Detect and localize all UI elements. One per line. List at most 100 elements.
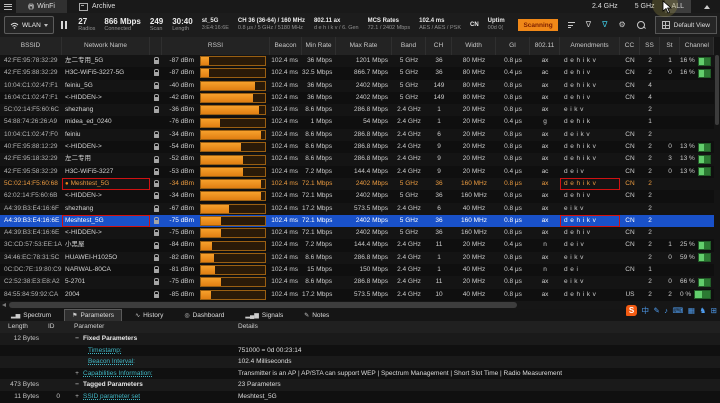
header-Width[interactable]: Width — [452, 37, 496, 55]
header-Max Rate[interactable]: Max Rate — [336, 37, 392, 55]
horizontal-scrollbar-thumb[interactable] — [9, 302, 517, 308]
network-row[interactable]: 84:55:84:59:92:CA2004-85 dBm102.4 ms17.2… — [0, 289, 714, 301]
pause-scan-icon[interactable] — [61, 21, 67, 29]
pencil-icon: ✎ — [304, 313, 309, 319]
rssi-bar-cell — [198, 80, 270, 92]
horizontal-scrollbar[interactable] — [0, 301, 720, 309]
amendments-cell: d e i v — [560, 166, 620, 178]
vertical-scrollbar-thumb[interactable] — [715, 55, 719, 125]
chinese-mode-icon[interactable]: 中 — [642, 307, 650, 315]
filter-list-icon[interactable] — [568, 22, 575, 28]
stat-bottom: Scan — [150, 26, 163, 32]
parameter-row[interactable]: 11 Bytes0+SSID parameter setMeshtest_5G — [0, 391, 720, 403]
channel-utilization-cell: 59 % — [680, 252, 714, 264]
filter-funnel-icon[interactable]: ∇ — [586, 21, 591, 29]
network-row[interactable]: 3C:CD:57:53:EE:1A小黑屋-84 dBm102.4 ms7.2 M… — [0, 239, 714, 251]
tab-winfi[interactable]: ((•)) WinFi — [16, 0, 67, 13]
toolbox-icon[interactable]: ⊞ — [711, 307, 717, 315]
network-row[interactable]: 16:04:C1:02:47:F1<-HIDDEN->-42 dBm102.4 … — [0, 92, 714, 104]
network-row[interactable]: 5C:02:14:F5:60:68●Meshtest_5G-34 dBm102.… — [0, 178, 714, 190]
header-CH[interactable]: CH — [426, 37, 452, 55]
header-GI[interactable]: GI — [496, 37, 530, 55]
active-filter-icon[interactable]: ∇ — [602, 21, 607, 29]
network-row[interactable]: A4:39:B3:E4:16:6E<-HIDDEN->-75 dBm102.4 … — [0, 227, 714, 239]
network-row[interactable]: 34:46:EC:78:31:5CHUAWEI-H1025O-82 dBm102… — [0, 252, 714, 264]
wlan-adapter-selector[interactable]: WLAN — [4, 16, 54, 34]
network-row[interactable]: 42:FE:95:18:32:29左二专用-52 dBm102.4 ms8.6 … — [0, 153, 714, 165]
network-row[interactable]: 40:FE:95:88:12:29<-HIDDEN->-54 dBm102.4 … — [0, 141, 714, 153]
keyboard-icon[interactable]: ⌨ — [673, 307, 684, 315]
settings-gear-icon[interactable]: ⚙ — [618, 21, 625, 29]
network-row[interactable]: 0C:DC:7E:19:80:C9NARWAL-80CA-81 dBm102.4… — [0, 264, 714, 276]
network-name: 2004 — [65, 289, 79, 301]
header-lock[interactable] — [150, 37, 162, 55]
min-rate-cell: 36 Mbps — [302, 55, 336, 67]
expand-icon[interactable]: + — [74, 391, 80, 403]
header-CC[interactable]: CC — [620, 37, 640, 55]
network-name-cell: <-HIDDEN-> — [62, 141, 150, 153]
network-row[interactable]: 10:04:C1:02:47:F1feiniu_5G-40 dBm102.4 m… — [0, 80, 714, 92]
network-row[interactable]: A4:39:B3:E4:16:6EMeshtest_5G-75 dBm102.4… — [0, 215, 714, 227]
network-row[interactable]: 62:02:14:F5:60:6B<-HIDDEN->-34 dBm102.4 … — [0, 190, 714, 202]
network-row[interactable]: 10:04:C1:02:47:F0feiniu-34 dBm102.4 ms8.… — [0, 129, 714, 141]
stations-cell — [660, 178, 680, 190]
network-row[interactable]: A4:39:B3:E4:16:6Fshezhang-67 dBm102.4 ms… — [0, 203, 714, 215]
lock-icon — [154, 159, 159, 163]
header-Band[interactable]: Band — [392, 37, 426, 55]
view-selector[interactable]: Default View — [655, 16, 717, 34]
sogou-logo-icon[interactable]: S — [626, 305, 637, 316]
band-filter-24ghz[interactable]: 2.4 GHz — [585, 0, 625, 13]
network-name: 5-2701 — [65, 276, 85, 288]
voice-input-icon[interactable]: ♪ — [664, 307, 668, 315]
header-Beacon[interactable]: Beacon — [270, 37, 302, 55]
network-row[interactable]: C2:52:38:E3:E8:A25-2701-75 dBm102.4 ms8.… — [0, 276, 714, 288]
standard-cell: n — [530, 264, 560, 276]
scroll-left-arrow-icon[interactable] — [2, 303, 6, 307]
header-Network Name[interactable]: Network Name — [62, 37, 150, 55]
header-RSSI[interactable]: RSSI — [162, 37, 270, 55]
tab-archive[interactable]: Archive — [67, 0, 127, 13]
network-name: Meshtest_5G — [71, 178, 110, 190]
collapse-icon[interactable]: − — [74, 379, 80, 391]
parameter-row[interactable]: 12 Bytes−Fixed Parameters — [0, 333, 720, 345]
parameter-row[interactable]: Beacon Interval:102.4 Milliseconds — [0, 356, 720, 368]
vertical-scrollbar[interactable] — [714, 37, 720, 301]
channel-utilization-bar — [694, 290, 711, 299]
hamburger-menu-icon[interactable] — [0, 0, 16, 13]
bssid-cell: 40:FE:95:88:12:29 — [0, 141, 62, 153]
header-802.11[interactable]: 802.11 — [530, 37, 560, 55]
header-St[interactable]: St — [660, 37, 680, 55]
channel-percent: 59 % — [680, 252, 695, 264]
rssi-bar-cell — [198, 178, 270, 190]
header-Channel[interactable]: Channel — [680, 37, 714, 55]
game-mode-icon[interactable]: ♞ — [699, 307, 706, 315]
expand-icon[interactable]: + — [74, 368, 80, 380]
spatial-streams-cell: 2 — [640, 104, 660, 116]
handwriting-icon[interactable]: ✎ — [654, 307, 660, 315]
header-SS[interactable]: SS — [640, 37, 660, 55]
network-row[interactable]: 42:FE:95:88:32:29H3C-WiFi5-3227-5G-87 dB… — [0, 67, 714, 79]
collapse-icon[interactable]: − — [74, 333, 80, 345]
header-BSSID[interactable]: BSSID — [0, 37, 62, 55]
header-Amendments[interactable]: Amendments — [560, 37, 620, 55]
network-row[interactable]: 54:88:74:26:26:A9midea_ed_0240-76 dBm102… — [0, 116, 714, 128]
clipboard-icon[interactable]: ▦ — [688, 307, 695, 315]
parameter-row[interactable]: +Capabilities Information:Transmitter is… — [0, 368, 720, 380]
network-row[interactable]: 42:FE:95:78:32:29左二专用_5G-87 dBm102.4 ms3… — [0, 55, 714, 67]
parameter-row[interactable]: Timestamp:751000 = 0d 00:23:14 — [0, 345, 720, 357]
network-row[interactable]: 42:FE:95:58:32:29H3C-WiFi5-3227-53 dBm10… — [0, 166, 714, 178]
amendments-cell: e i k v — [560, 252, 620, 264]
header-Min Rate[interactable]: Min Rate — [302, 37, 336, 55]
scanning-status-button[interactable]: Scanning — [518, 19, 557, 31]
max-rate-cell: 2402 Mbps — [336, 190, 392, 202]
rssi-bar-fill — [201, 266, 215, 274]
parameter-row[interactable]: 473 Bytes−Tagged Parameters23 Parameters — [0, 379, 720, 391]
network-row[interactable]: 5C:02:14:F5:60:6Cshezhang-36 dBm102.4 ms… — [0, 104, 714, 116]
max-rate-cell: 286.8 Mbps — [336, 141, 392, 153]
search-icon[interactable] — [637, 21, 645, 29]
width-cell: 80 MHz — [452, 80, 496, 92]
collapse-chevron-up-icon[interactable] — [704, 5, 710, 9]
rssi-value-cell: -53 dBm — [162, 166, 198, 178]
width-cell: 160 MHz — [452, 215, 496, 227]
country-code-cell: CN — [620, 239, 640, 251]
